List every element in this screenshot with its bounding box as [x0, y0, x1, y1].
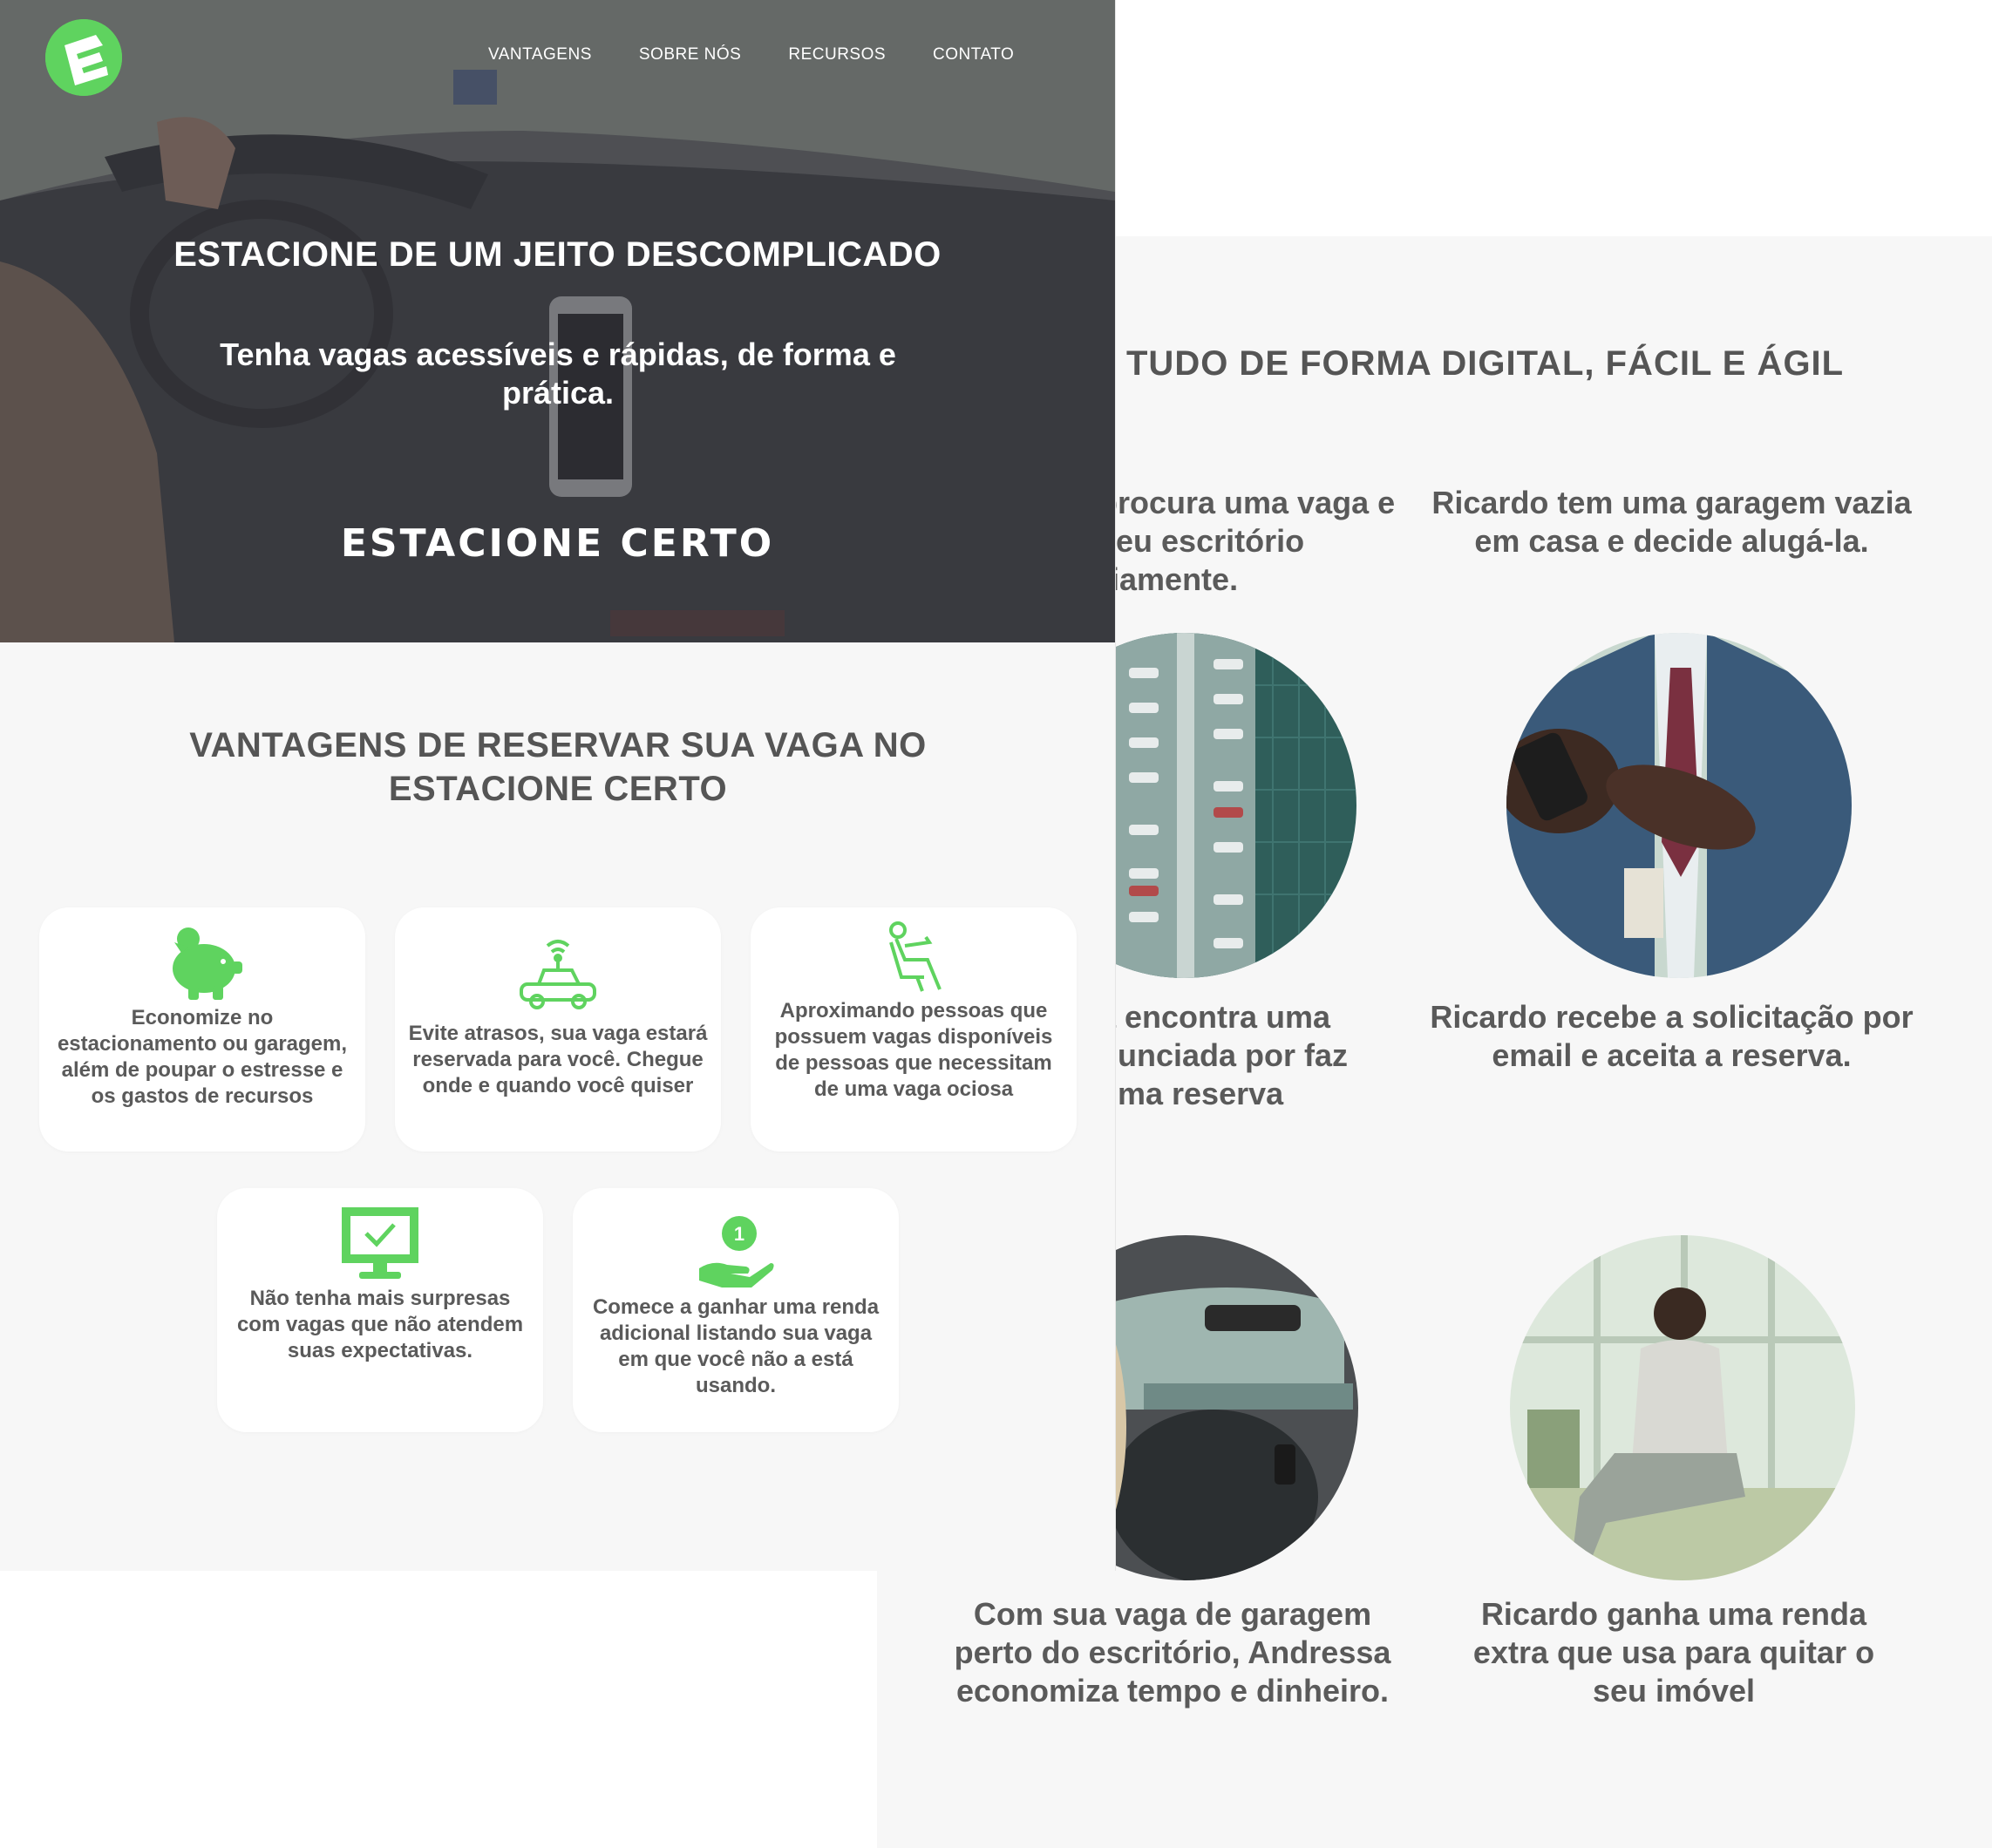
hand-coin-icon: 1 — [699, 1216, 774, 1287]
story-andressa-2: a encontra uma nunciada por faz uma rese… — [1098, 999, 1349, 1111]
man-window-phone-photo — [1510, 1235, 1855, 1580]
monitor-check-icon — [342, 1207, 418, 1279]
advantage-text: Evite atrasos, sua vaga estará reservada… — [408, 1022, 708, 1097]
story-ricardo-2: Ricardo recebe a solicitação por email e… — [1430, 999, 1914, 1073]
brand-name: ESTACIONE CERTO — [340, 521, 775, 566]
advantage-card: Aproximando pessoas que possuem vagas di… — [751, 907, 1077, 1152]
landing-page: VANTAGENS SOBRE NÓS RECURSOS CONTATO EST… — [0, 0, 1116, 1571]
nav-contato[interactable]: CONTATO — [933, 45, 1014, 65]
advantages-title: VANTAGENS DE RESERVAR SUA VAGA NO ESTACI… — [189, 726, 927, 808]
hero-title: ESTACIONE DE UM JEITO DESCOMPLICADO — [173, 235, 942, 274]
hero-subtitle: Tenha vagas acessíveis e rápidas, de for… — [220, 336, 896, 411]
story-andressa-1: procura uma vaga e seu escritório riamen… — [1098, 485, 1396, 597]
hero-section: VANTAGENS SOBRE NÓS RECURSOS CONTATO EST… — [0, 0, 1115, 642]
story-andressa-3: Com sua vaga de garagem perto do escritó… — [954, 1596, 1391, 1709]
advantage-card: 1 Comece a ganhar uma renda adicional li… — [573, 1188, 899, 1432]
piggy-bank-icon — [173, 927, 242, 1000]
story-ricardo-1: Ricardo tem uma garagem vazia em casa e … — [1431, 485, 1912, 559]
advantage-card: Evite atrasos, sua vaga estará reservada… — [395, 907, 721, 1152]
nav-sobre-nos[interactable]: SOBRE NÓS — [639, 45, 741, 65]
nav-recursos[interactable]: RECURSOS — [788, 45, 886, 65]
logo-icon — [45, 19, 122, 96]
digital-title: TUDO DE FORMA DIGITAL, FÁCIL E ÁGIL — [1126, 344, 1845, 383]
advantage-text: Não tenha mais surpresas com vagas que n… — [236, 1287, 524, 1362]
advantage-text: Aproximando pessoas que possuem vagas di… — [774, 999, 1053, 1101]
advantage-card: Economize no estacionamento ou garagem, … — [39, 907, 365, 1152]
person-in-seat-icon — [889, 921, 942, 992]
advantage-text: Comece a ganhar uma renda adicional list… — [592, 1295, 880, 1397]
connected-car-icon — [520, 940, 596, 1009]
advantage-text: Economize no estacionamento ou garagem, … — [57, 1006, 348, 1108]
nav-vantagens[interactable]: VANTAGENS — [488, 45, 592, 65]
advantage-card: Não tenha mais surpresas com vagas que n… — [217, 1188, 543, 1432]
story-ricardo-3: Ricardo ganha uma renda extra que usa pa… — [1472, 1596, 1875, 1709]
businessman-phone-photo — [1506, 633, 1852, 978]
logo[interactable] — [45, 19, 122, 96]
svg-text:1: 1 — [734, 1223, 744, 1245]
main-nav: VANTAGENS SOBRE NÓS RECURSOS CONTATO — [488, 45, 1061, 65]
